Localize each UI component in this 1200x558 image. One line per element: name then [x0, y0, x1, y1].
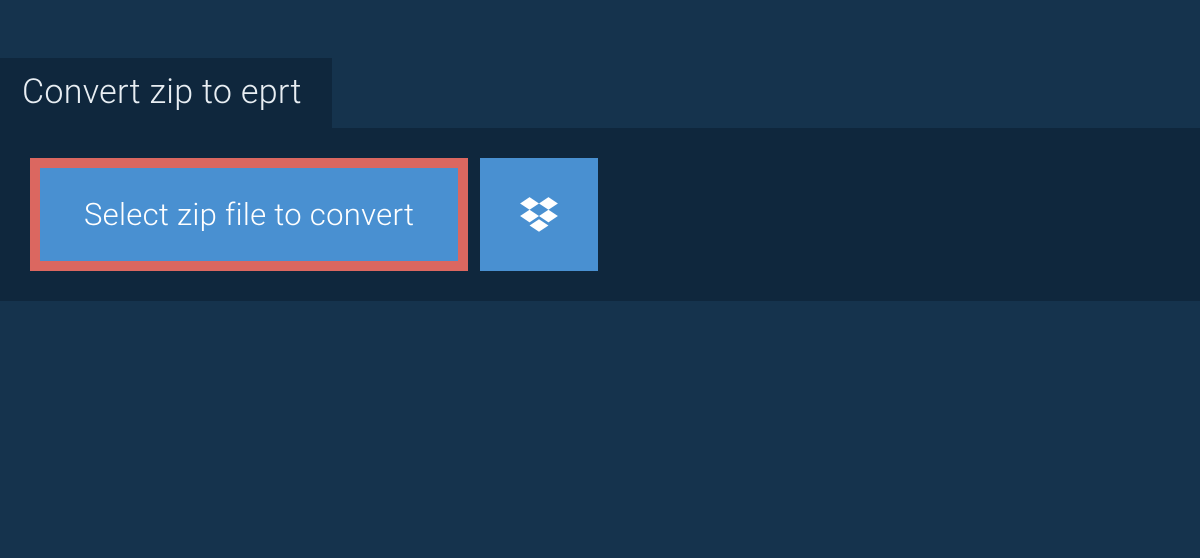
tab-bar: Convert zip to eprt [0, 58, 1200, 128]
button-row: Select zip file to convert [30, 158, 1170, 271]
dropbox-button[interactable] [480, 158, 598, 271]
tab-title: Convert zip to eprt [22, 72, 302, 112]
content-panel: Select zip file to convert [0, 128, 1200, 301]
tab-convert[interactable]: Convert zip to eprt [0, 58, 332, 128]
select-file-label: Select zip file to convert [84, 196, 414, 233]
dropbox-icon [518, 194, 560, 236]
select-file-button[interactable]: Select zip file to convert [30, 158, 468, 271]
